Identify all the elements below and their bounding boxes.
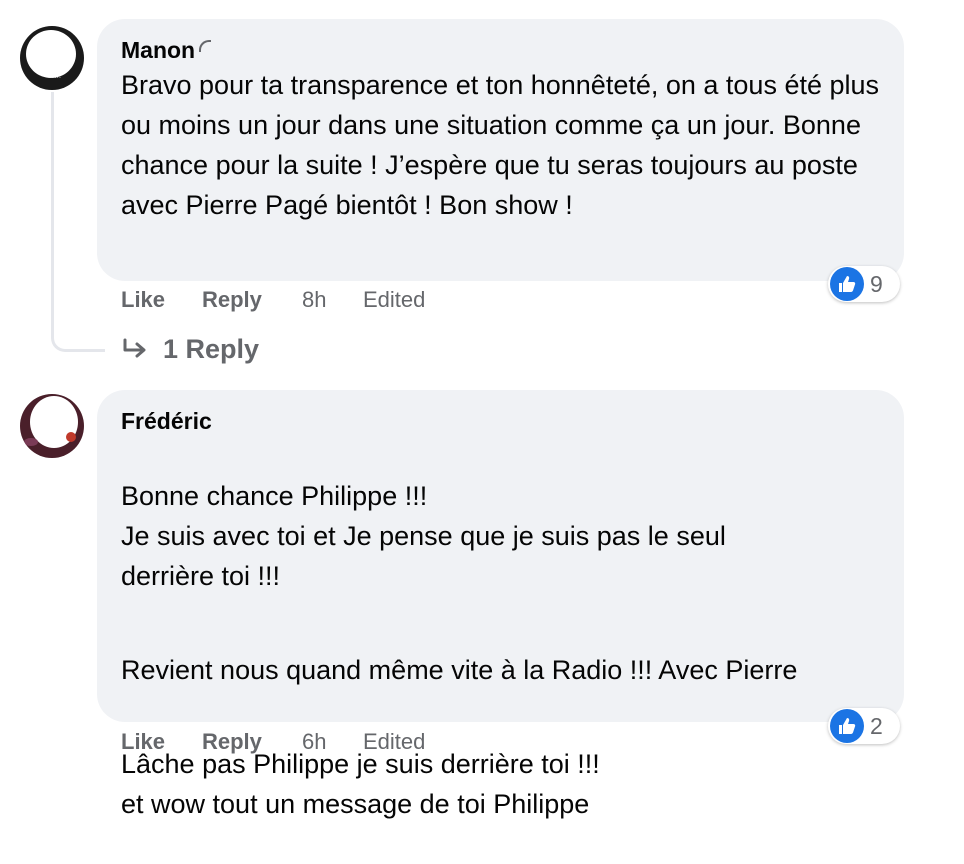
reaction-summary[interactable]: 2	[828, 708, 900, 744]
comment-actions: Like Reply 6h Edited	[121, 729, 425, 759]
reaction-count: 9	[870, 270, 883, 297]
comment-paragraph: Bravo pour ta transparence et ton honnêt…	[121, 70, 880, 220]
comment-author[interactable]: Frédéric	[121, 406, 212, 436]
comment-bubble: Manon Bravo pour ta transparence et ton …	[97, 19, 904, 281]
reaction-count: 2	[870, 712, 883, 739]
edited-label[interactable]: Edited	[363, 729, 425, 759]
reply-button[interactable]: Reply	[202, 729, 302, 759]
comment-paragraph: Bonne chance Philippe !!! Je suis avec t…	[121, 481, 726, 591]
like-button[interactable]: Like	[121, 287, 202, 317]
timestamp[interactable]: 6h	[302, 729, 363, 759]
author-badge-icon	[199, 40, 212, 52]
avatar[interactable]: ·····	[20, 26, 84, 90]
comment-bubble: Frédéric Bonne chance Philippe !!! Je su…	[97, 390, 904, 819]
reply-button[interactable]: Reply	[202, 287, 302, 317]
avatar[interactable]	[20, 394, 84, 458]
comment-text: Bonne chance Philippe !!! Je suis avec t…	[121, 436, 880, 864]
reply-arrow-icon	[123, 338, 146, 357]
comment-paragraph: Revient nous quand même vite à la Radio …	[121, 655, 798, 685]
comment-actions: Like Reply 8h Edited	[121, 287, 425, 317]
comment-author[interactable]: Manon	[121, 35, 195, 65]
comment-text: Bravo pour ta transparence et ton honnêt…	[121, 65, 880, 225]
reaction-summary[interactable]: 9	[828, 266, 900, 302]
timestamp[interactable]: 8h	[302, 287, 363, 317]
like-button[interactable]: Like	[121, 729, 202, 759]
edited-label[interactable]: Edited	[363, 287, 425, 317]
thumbs-up-icon	[830, 709, 864, 743]
view-replies-link[interactable]: 1 Reply	[121, 334, 259, 365]
replies-count-label[interactable]: 1 Reply	[163, 334, 259, 365]
thumbs-up-icon	[830, 267, 864, 301]
